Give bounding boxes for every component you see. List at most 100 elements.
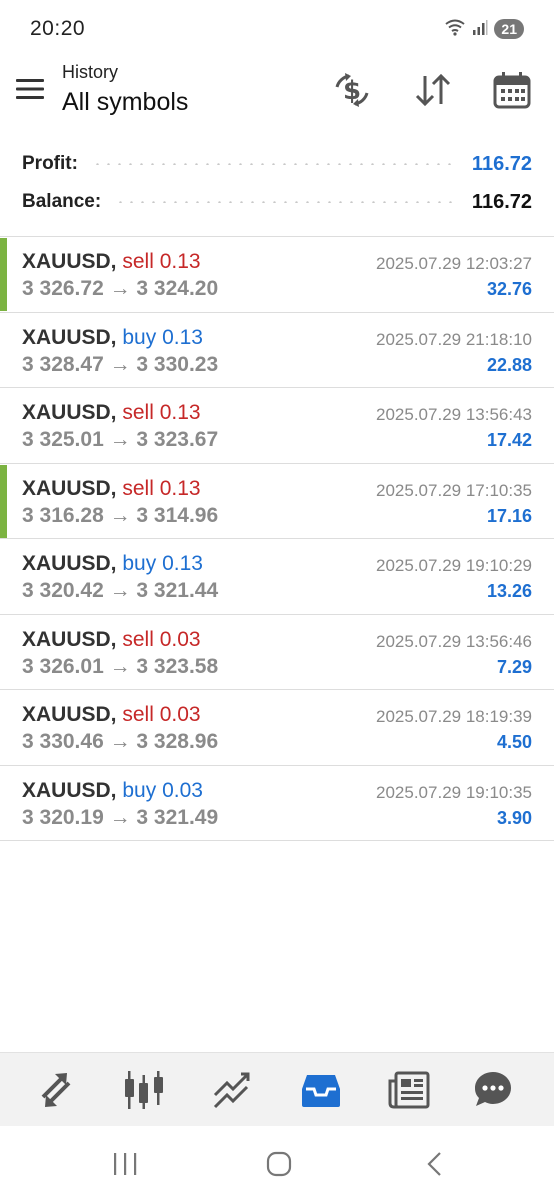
nav-quotes[interactable] <box>33 1067 79 1113</box>
profit-value: 116.72 <box>471 152 532 175</box>
nav-trade[interactable] <box>209 1067 255 1113</box>
deal-symbol: XAUUSD, <box>22 476 117 500</box>
deal-type: buy <box>122 552 157 575</box>
deal-time: 2025.07.29 13:56:43 <box>376 405 532 424</box>
trade-icon <box>213 1072 250 1109</box>
deal-prices: 3 330.46 → 3 328.96 <box>22 730 219 753</box>
messages-icon <box>475 1072 511 1106</box>
deal-row[interactable]: XAUUSD, sell 0.13 3 316.28 → 3 314.96 2025… <box>0 464 554 539</box>
deal-title: XAUUSD, buy 0.13 <box>22 552 203 576</box>
deal-time: 2025.07.29 21:18:10 <box>376 329 532 349</box>
deal-title: XAUUSD, sell 0.13 <box>22 477 201 501</box>
home-icon <box>266 1151 292 1177</box>
currency-exchange-icon: $ <box>335 73 369 107</box>
deal-symbol: XAUUSD, <box>22 401 117 424</box>
signal-icon <box>472 19 488 40</box>
deal-symbol: XAUUSD, <box>22 552 117 575</box>
app-header: History All symbols $ <box>0 58 554 138</box>
deal-row[interactable]: XAUUSD, sell 0.13 3 326.72 → 3 324.20 2025… <box>0 237 554 313</box>
currency-exchange-button[interactable]: $ <box>330 70 374 110</box>
deal-type: sell <box>122 627 154 651</box>
sort-icon <box>415 73 451 107</box>
header-subtitle: History <box>62 62 119 82</box>
nav-chart[interactable] <box>121 1067 167 1113</box>
deal-title: XAUUSD, sell 0.03 <box>22 703 201 727</box>
deals-list: XAUUSD, sell 0.13 3 326.72 → 3 324.20 2025… <box>0 236 554 841</box>
deal-title: XAUUSD, sell 0.13 <box>22 250 201 274</box>
profit-label: Profit: <box>22 153 78 174</box>
history-icon <box>302 1075 340 1107</box>
deal-volume: 0.03 <box>159 627 201 651</box>
deal-time: 2025.07.29 12:03:27 <box>376 254 532 273</box>
battery-indicator: 21 <box>494 19 524 39</box>
deal-prices: 3 320.19 → 3 321.49 <box>22 805 219 829</box>
calendar-button[interactable] <box>490 70 534 110</box>
deal-prices: 3 316.28 → 3 314.96 <box>22 503 219 527</box>
menu-button[interactable] <box>14 74 48 104</box>
deal-profit: 17.42 <box>486 430 532 450</box>
deal-prices: 3 326.01 → 3 323.58 <box>22 654 219 678</box>
system-navigation <box>0 1126 554 1200</box>
deal-type: sell <box>122 476 154 500</box>
deal-type: buy <box>122 325 157 349</box>
home-button[interactable] <box>254 1144 304 1184</box>
deal-time: 2025.07.29 17:10:35 <box>376 480 532 500</box>
back-icon <box>427 1152 441 1176</box>
deal-profit: 32.76 <box>486 279 532 299</box>
quotes-icon <box>41 1073 71 1107</box>
recents-icon <box>114 1153 137 1175</box>
deal-time: 2025.07.29 19:10:29 <box>376 556 532 575</box>
nav-messages[interactable] <box>470 1067 516 1113</box>
profit-accent-bar <box>0 238 7 311</box>
deal-row[interactable]: XAUUSD, buy 0.13 3 328.47 → 3 330.23 2025.… <box>0 313 554 388</box>
deal-profit: 4.50 <box>496 732 532 752</box>
account-summary: Profit: 116.72 Balance: 116.72 <box>0 146 554 236</box>
deal-symbol: XAUUSD, <box>22 250 117 273</box>
deal-title: XAUUSD, buy 0.03 <box>22 779 203 803</box>
deal-direction: sell 0.13 <box>122 401 200 424</box>
deal-row[interactable]: XAUUSD, sell 0.13 3 325.01 → 3 323.67 2025… <box>0 388 554 464</box>
deal-direction: sell 0.03 <box>122 628 200 651</box>
deal-row[interactable]: XAUUSD, sell 0.03 3 330.46 → 3 328.96 2025… <box>0 690 554 766</box>
deal-volume: 0.13 <box>162 325 203 349</box>
nav-news[interactable] <box>386 1067 432 1113</box>
deal-prices: 3 328.47 → 3 330.23 <box>22 352 219 376</box>
status-bar: 20:20 21 <box>0 0 554 58</box>
deal-time: 2025.07.29 13:56:46 <box>376 631 532 651</box>
balance-value: 116.72 <box>471 190 532 213</box>
deal-symbol: XAUUSD, <box>22 778 117 802</box>
deal-symbol: XAUUSD, <box>22 325 117 349</box>
dotted-leader <box>115 201 458 203</box>
deal-volume: 0.13 <box>159 476 201 500</box>
recents-button[interactable] <box>100 1144 150 1184</box>
sort-button[interactable] <box>411 70 455 110</box>
profit-row: Profit: 116.72 <box>22 146 532 182</box>
deal-volume: 0.03 <box>159 703 201 726</box>
deal-row[interactable]: XAUUSD, sell 0.03 3 326.01 → 3 323.58 2025… <box>0 615 554 690</box>
deal-row[interactable]: XAUUSD, buy 0.13 3 320.42 → 3 321.44 2025.… <box>0 539 554 615</box>
balance-label: Balance: <box>22 191 102 212</box>
deal-time: 2025.07.29 19:10:35 <box>376 782 532 802</box>
deal-type: sell <box>122 401 154 424</box>
deal-volume: 0.13 <box>159 250 201 273</box>
deal-prices: 3 320.42 → 3 321.44 <box>22 579 219 602</box>
deal-type: buy <box>122 778 157 802</box>
deal-volume: 0.13 <box>162 552 203 575</box>
deal-profit: 13.26 <box>486 581 532 601</box>
deal-prices: 3 326.72 → 3 324.20 <box>22 277 219 300</box>
deal-title: XAUUSD, sell 0.03 <box>22 628 201 652</box>
deal-direction: buy 0.13 <box>122 326 203 349</box>
deal-symbol: XAUUSD, <box>22 627 117 651</box>
deal-profit: 22.88 <box>486 354 532 375</box>
chart-icon <box>125 1071 163 1109</box>
deal-title: XAUUSD, sell 0.13 <box>22 401 201 425</box>
deal-direction: buy 0.03 <box>122 779 203 802</box>
deal-row[interactable]: XAUUSD, buy 0.03 3 320.19 → 3 321.49 2025.… <box>0 766 554 841</box>
wifi-icon <box>444 18 466 41</box>
deal-direction: sell 0.03 <box>122 703 200 726</box>
deal-direction: buy 0.13 <box>122 552 203 575</box>
calendar-icon <box>493 72 531 109</box>
back-button[interactable] <box>410 1144 460 1184</box>
nav-history[interactable] <box>298 1067 344 1113</box>
profit-accent-bar <box>0 464 7 538</box>
